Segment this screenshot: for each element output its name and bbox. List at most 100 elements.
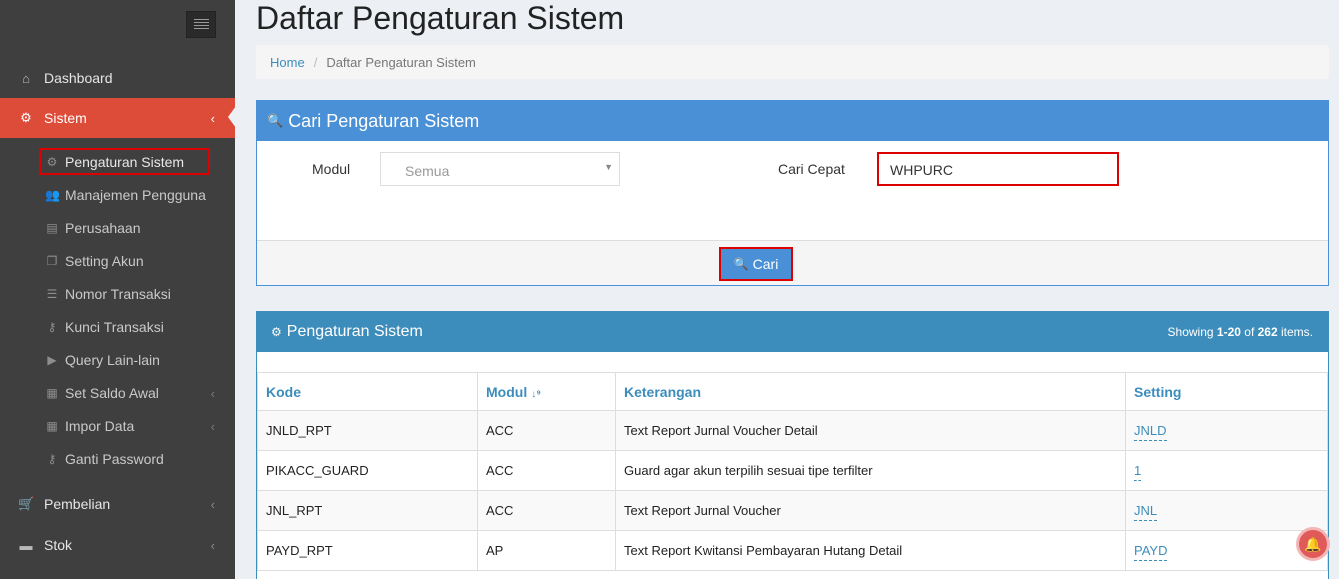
modul-label: Modul [312,161,351,177]
breadcrumb-separator: / [313,54,318,70]
cell-kode: PAYD_RPT [257,530,478,571]
column-header-modul[interactable]: Modul ↓⁹ [477,372,616,411]
pagination-summary: Showing 1-20 of 262 items. [1168,325,1313,339]
sidebar-item-label: Set Saldo Awal [65,385,159,401]
sidebar-item-perusahaan[interactable]: ▤ Perusahaan [0,213,235,243]
cell-keterangan: Text Report Jurnal Voucher Detail [615,410,1126,451]
table-row: PAYD_RPT AP Text Report Kwitansi Pembaya… [257,530,1328,571]
table-header-row: Kode Modul ↓⁹ Keterangan Setting [257,372,1328,411]
gear-icon: ⚙ [46,155,58,169]
sidebar-item-manajemen-pengguna[interactable]: 👥 Manajemen Pengguna [0,180,235,210]
calculator-icon: ▦ [46,386,58,400]
table-row: JNL_RPT ACC Text Report Jurnal Voucher J… [257,490,1328,531]
summary-mid: of [1240,325,1258,339]
sidebar-item-ganti-password[interactable]: ⚷ Ganti Password [0,444,235,474]
column-header-label: Kode [266,383,301,400]
chevron-left-icon: ‹ [210,496,215,512]
cell-modul: ACC [477,410,616,451]
column-header-label: Keterangan [624,383,702,400]
cell-kode: PIKACC_GUARD [257,450,478,491]
breadcrumb: Home / Daftar Pengaturan Sistem [256,45,1329,79]
gears-icon: ⚙ [20,110,32,125]
cell-setting: JNLD [1125,410,1328,451]
sidebar-item-sistem[interactable]: ⚙ Sistem ‹ [0,98,236,138]
search-panel-header: 🔍 Cari Pengaturan Sistem [257,101,1328,141]
cell-setting: 1 [1125,450,1328,491]
column-header-label: Setting [1134,383,1182,400]
key-icon: ⚷ [47,320,57,334]
search-icon: 🔍 [267,113,284,128]
notification-bell-icon[interactable]: 🔔 [1296,527,1330,561]
modul-select[interactable]: Semua ▼ [380,152,620,186]
sidebar-item-pembelian[interactable]: 🛒 Pembelian ‹ [0,485,235,523]
sidebar-item-label: Dashboard [44,70,113,86]
sidebar-item-stok[interactable]: ▬ Stok ‹ [0,526,235,564]
summary-total: 262 [1257,325,1278,339]
cell-keterangan: Text Report Kwitansi Pembayaran Hutang D… [615,530,1126,571]
search-panel: 🔍 Cari Pengaturan Sistem Modul Semua ▼ C… [256,100,1329,286]
chevron-left-icon: ‹ [210,418,215,434]
cell-modul: AP [477,530,616,571]
sidebar-item-label: Stok [44,537,73,553]
cart-icon: 🛒 [18,496,35,511]
cari-button[interactable]: 🔍 Cari [719,247,793,281]
cari-button-label: Cari [752,256,779,272]
summary-suffix: items. [1277,325,1313,339]
cari-cepat-input[interactable]: WHPURC [877,152,1119,186]
modul-select-value: Semua [405,163,450,179]
cell-modul: ACC [477,450,616,491]
breadcrumb-home-link[interactable]: Home [270,55,305,70]
dropdown-caret-icon: ▼ [604,162,613,172]
sort-ascending-icon: ↓⁹ [531,388,541,400]
setting-edit-link[interactable]: JNL [1134,503,1158,521]
summary-prefix: Showing [1167,325,1217,339]
sidebar-toggle-button[interactable] [186,11,216,38]
key-icon: ⚷ [47,452,57,466]
chevron-left-icon: ‹ [210,110,215,126]
search-icon: 🔍 [733,257,749,271]
sidebar-item-pengaturan-sistem[interactable]: ⚙ Pengaturan Sistem [0,147,235,177]
cell-kode: JNL_RPT [257,490,478,531]
box-icon: ▬ [19,537,33,553]
list-panel: ⚙ Pengaturan Sistem Showing 1-20 of 262 … [256,311,1329,579]
summary-range: 1-20 [1216,325,1241,339]
list-panel-header: ⚙ Pengaturan Sistem Showing 1-20 of 262 … [257,312,1328,352]
sidebar-item-label: Kunci Transaksi [65,319,164,335]
column-header-setting[interactable]: Setting [1125,372,1328,411]
sidebar-item-label: Manajemen Pengguna [65,187,206,203]
breadcrumb-current: Daftar Pengaturan Sistem [326,54,476,70]
cell-modul: ACC [477,490,616,531]
sidebar-item-set-saldo-awal[interactable]: ▦ Set Saldo Awal ‹ [0,378,235,408]
play-icon: ▶ [47,353,57,367]
chevron-left-icon: ‹ [210,385,215,401]
column-header-kode[interactable]: Kode [257,372,478,411]
sidebar-item-label: Sistem [44,110,87,126]
sidebar-item-impor-data[interactable]: ▦ Impor Data ‹ [0,411,235,441]
cell-keterangan: Text Report Jurnal Voucher [615,490,1126,531]
sidebar-item-label: Pengaturan Sistem [65,154,185,170]
cell-kode: JNLD_RPT [257,410,478,451]
settings-table: Kode Modul ↓⁹ Keterangan Setting JNLD_RPT… [257,372,1328,571]
sidebar-item-kunci-transaksi[interactable]: ⚷ Kunci Transaksi [0,312,235,342]
sidebar-item-label: Pembelian [44,496,111,512]
table-icon: ▦ [46,419,58,433]
building-icon: ▤ [46,221,58,235]
column-header-keterangan[interactable]: Keterangan [615,372,1126,411]
sidebar-item-dashboard[interactable]: ⌂ Dashboard [0,59,235,97]
table-row: PIKACC_GUARD ACC Guard agar akun terpili… [257,450,1328,491]
users-icon: 👥 [45,188,60,202]
cari-cepat-label: Cari Cepat [778,161,845,177]
setting-edit-link[interactable]: PAYD [1134,543,1168,561]
cell-setting: JNL [1125,490,1328,531]
setting-edit-link[interactable]: JNLD [1134,423,1167,441]
copy-icon: ❐ [46,254,58,268]
sidebar-item-setting-akun[interactable]: ❐ Setting Akun [0,246,235,276]
sidebar-item-nomor-transaksi[interactable]: ☰ Nomor Transaksi [0,279,235,309]
sidebar: ⌂ Dashboard ⚙ Sistem ‹ ⚙ Pengaturan Sist… [0,0,236,579]
home-icon: ⌂ [22,70,30,86]
sidebar-item-query-lain-lain[interactable]: ▶ Query Lain-lain [0,345,235,375]
setting-edit-link[interactable]: 1 [1134,463,1142,481]
sidebar-item-label: Nomor Transaksi [65,286,171,302]
table-row: JNLD_RPT ACC Text Report Jurnal Voucher … [257,410,1328,451]
sidebar-item-label: Ganti Password [65,451,164,467]
